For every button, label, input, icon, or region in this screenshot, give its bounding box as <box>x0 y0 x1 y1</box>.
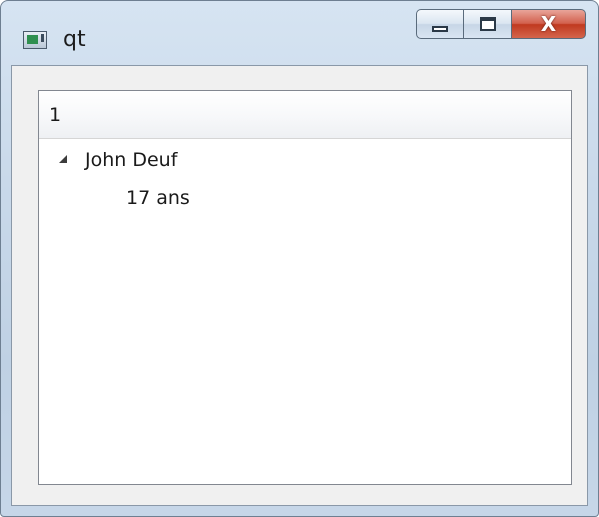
minimize-button[interactable] <box>416 9 464 39</box>
expanded-arrow-icon[interactable] <box>59 155 67 163</box>
caption-buttons: X <box>416 9 586 39</box>
app-window: qt X 1 John Deuf 17 ans <box>0 0 599 517</box>
tree-header-column-label: 1 <box>49 104 62 126</box>
app-icon-screen <box>27 35 38 44</box>
close-button[interactable]: X <box>512 9 586 39</box>
tree-item-label: John Deuf <box>85 149 178 171</box>
maximize-icon <box>479 17 496 31</box>
minimize-icon <box>432 26 448 32</box>
tree-view[interactable]: 1 John Deuf 17 ans <box>38 90 572 485</box>
tree-child-item[interactable]: 17 ans <box>39 179 571 219</box>
app-window-icon[interactable] <box>23 31 47 49</box>
tree-header[interactable]: 1 <box>39 91 571 139</box>
tree-item[interactable]: John Deuf <box>39 141 571 181</box>
app-icon-detail <box>41 34 44 42</box>
maximize-button[interactable] <box>464 9 512 39</box>
window-title: qt <box>63 27 86 52</box>
title-bar[interactable]: qt X <box>1 1 598 65</box>
close-icon: X <box>540 12 557 36</box>
tree-child-item-label: 17 ans <box>126 187 190 209</box>
